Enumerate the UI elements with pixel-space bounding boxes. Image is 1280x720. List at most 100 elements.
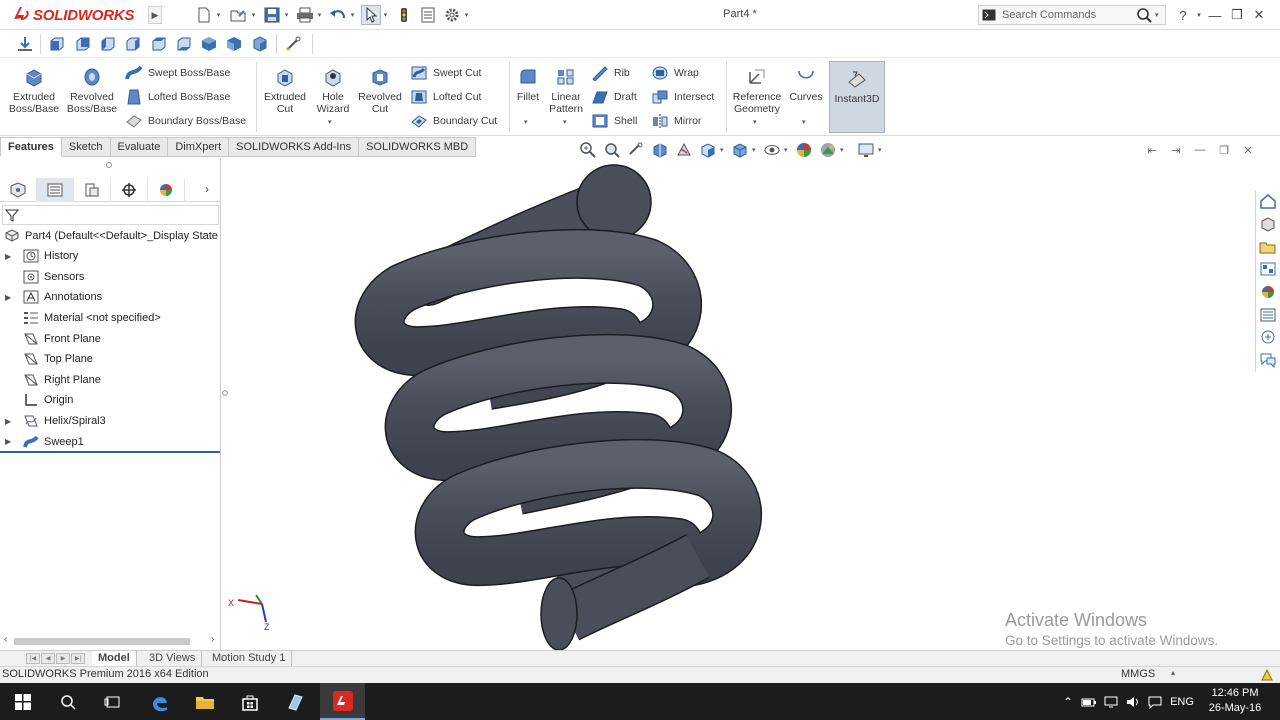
revolved-boss-button[interactable]: Revolved Boss/Base xyxy=(66,66,118,115)
tree-horizontal-scrollbar[interactable]: ‹ › xyxy=(0,634,221,648)
search-input[interactable]: Search Commands xyxy=(999,9,1133,21)
close-icon[interactable]: ✕ xyxy=(1248,6,1270,24)
expand-arrow-icon[interactable]: ▶ xyxy=(0,252,14,261)
tree-item-sweep[interactable]: ▶ Sweep1 xyxy=(0,431,221,452)
new-dropdown-arrow[interactable]: ▾ xyxy=(214,11,223,19)
print-dropdown-arrow[interactable]: ▾ xyxy=(315,11,324,19)
task-view-icon[interactable] xyxy=(90,683,135,720)
undo-dropdown-arrow[interactable]: ▾ xyxy=(348,11,357,19)
save-icon[interactable] xyxy=(262,5,282,25)
previous-view-icon[interactable] xyxy=(624,140,648,160)
last-tab-arrow[interactable]: ▶| xyxy=(71,653,85,664)
app-pinned-icon[interactable] xyxy=(272,683,317,720)
scroll-right-arrow[interactable]: › xyxy=(211,634,214,645)
tab-motion-study[interactable]: Motion Study 1 xyxy=(206,651,293,666)
view-orientation-dropdown-arrow[interactable]: ▾ xyxy=(720,146,728,154)
search-icon[interactable] xyxy=(1133,6,1155,24)
tree-item-top-plane[interactable]: Top Plane xyxy=(0,349,221,370)
appearances-icon[interactable] xyxy=(1256,281,1280,304)
spring-model[interactable] xyxy=(354,164,763,650)
expand-arrow-icon[interactable]: ▶ xyxy=(0,293,14,302)
instant3d-button[interactable]: Instant3D xyxy=(829,61,885,133)
tree-item-front-plane[interactable]: Front Plane xyxy=(0,328,221,349)
swept-cut-button[interactable]: Swept Cut xyxy=(409,63,481,83)
zoom-to-area-icon[interactable] xyxy=(600,140,624,160)
input-language[interactable]: ENG xyxy=(1166,696,1198,708)
front-view-icon[interactable] xyxy=(46,34,68,54)
edit-appearance-icon[interactable] xyxy=(792,140,816,160)
reference-geometry-button[interactable]: Reference Geometry xyxy=(730,66,784,115)
scroll-thumb[interactable] xyxy=(14,638,190,645)
edge-browser-icon[interactable] xyxy=(137,683,182,720)
swept-boss-button[interactable]: Swept Boss/Base xyxy=(124,63,230,83)
new-document-icon[interactable] xyxy=(194,5,214,25)
unit-system[interactable]: MMGS xyxy=(1121,668,1155,680)
intersect-button[interactable]: Intersect xyxy=(650,87,714,107)
curves-dropdown-arrow[interactable]: ▾ xyxy=(802,118,806,126)
dimxpert-manager-icon[interactable] xyxy=(111,178,148,202)
panel-resize-handle[interactable] xyxy=(106,162,112,168)
more-tabs-arrow[interactable]: › xyxy=(205,182,209,196)
left-view-icon[interactable] xyxy=(97,34,119,54)
help-dropdown-arrow[interactable]: ▾ xyxy=(1194,6,1204,24)
file-explorer-taskbar-icon[interactable] xyxy=(182,683,227,720)
previous-tab-arrow[interactable]: ◀ xyxy=(41,653,55,664)
curves-button[interactable]: Curves xyxy=(788,66,824,103)
tree-item-history[interactable]: ▶ History xyxy=(0,246,221,267)
search-dropdown-arrow[interactable]: ▾ xyxy=(1155,11,1165,19)
file-explorer-icon[interactable] xyxy=(1256,235,1280,258)
tab-dimxpert[interactable]: DimXpert xyxy=(168,137,230,157)
linear-pattern-dropdown-arrow[interactable]: ▾ xyxy=(563,118,567,126)
print-icon[interactable] xyxy=(295,5,315,25)
tab-addins[interactable]: SOLIDWORKS Add-Ins xyxy=(229,137,360,157)
view-orientation-icon[interactable] xyxy=(696,140,720,160)
help-icon[interactable]: ? xyxy=(1172,6,1194,24)
shell-button[interactable]: Shell xyxy=(590,111,637,131)
undo-icon[interactable] xyxy=(328,5,348,25)
trimetric-view-icon[interactable] xyxy=(223,34,245,54)
bottom-view-icon[interactable] xyxy=(173,34,195,54)
tab-3d-views[interactable]: 3D Views xyxy=(143,651,203,666)
design-library-icon[interactable] xyxy=(1256,213,1280,236)
tab-model[interactable]: Model xyxy=(92,651,137,666)
viewport-right-icon[interactable]: ⇥ xyxy=(1166,142,1186,158)
viewport-left-icon[interactable]: ⇤ xyxy=(1142,142,1162,158)
display-manager-icon[interactable] xyxy=(148,178,185,202)
open-folder-icon[interactable] xyxy=(229,5,249,25)
right-view-icon[interactable] xyxy=(122,34,144,54)
rollback-bar[interactable] xyxy=(0,451,220,453)
section-view-icon[interactable] xyxy=(648,140,672,160)
viewport-minimize-icon[interactable]: — xyxy=(1190,142,1210,158)
options-gear-icon[interactable] xyxy=(442,5,462,25)
wrap-button[interactable]: Wrap xyxy=(650,63,699,83)
view-settings-dropdown-arrow[interactable]: ▾ xyxy=(878,146,886,154)
fillet-button[interactable]: Fillet xyxy=(513,66,543,103)
tab-evaluate[interactable]: Evaluate xyxy=(110,137,169,157)
expand-arrow-icon[interactable]: ▶ xyxy=(0,417,14,426)
taskbar-clock[interactable]: 12:46 PM 26-May-16 xyxy=(1200,686,1270,716)
unit-system-dropdown-arrow[interactable]: ▴ xyxy=(1171,668,1175,677)
mirror-button[interactable]: Mirror xyxy=(650,111,701,131)
back-view-icon[interactable] xyxy=(72,34,94,54)
feature-manager-tree-icon[interactable] xyxy=(0,178,37,202)
viewport-close-icon[interactable]: ✕ xyxy=(1238,142,1258,158)
tab-mbd[interactable]: SOLIDWORKS MBD xyxy=(359,137,477,157)
revolved-cut-button[interactable]: Revolved Cut xyxy=(356,66,404,115)
tree-filter-box[interactable] xyxy=(2,205,219,225)
restore-icon[interactable]: ❐ xyxy=(1226,6,1248,24)
zoom-to-fit-icon[interactable] xyxy=(576,140,600,160)
top-view-icon[interactable] xyxy=(148,34,170,54)
boundary-cut-button[interactable]: Boundary Cut xyxy=(409,111,497,131)
options-dropdown-arrow[interactable]: ▾ xyxy=(462,11,471,19)
part-root-node[interactable]: Part4 (Default<<Default>_Display State xyxy=(4,227,218,245)
tree-item-annotations[interactable]: ▶ Annotations xyxy=(0,287,221,308)
taskbar-search-icon[interactable] xyxy=(45,683,90,720)
display-style-icon[interactable] xyxy=(728,140,752,160)
extruded-boss-button[interactable]: Extruded Boss/Base xyxy=(8,66,60,115)
action-center-icon[interactable] xyxy=(1144,695,1166,709)
open-dropdown-arrow[interactable]: ▾ xyxy=(249,11,258,19)
linear-pattern-button[interactable]: Linear Pattern xyxy=(547,66,585,115)
dimetric-view-icon[interactable] xyxy=(249,34,271,54)
select-dropdown-arrow[interactable]: ▾ xyxy=(381,11,390,19)
file-properties-icon[interactable] xyxy=(418,5,438,25)
